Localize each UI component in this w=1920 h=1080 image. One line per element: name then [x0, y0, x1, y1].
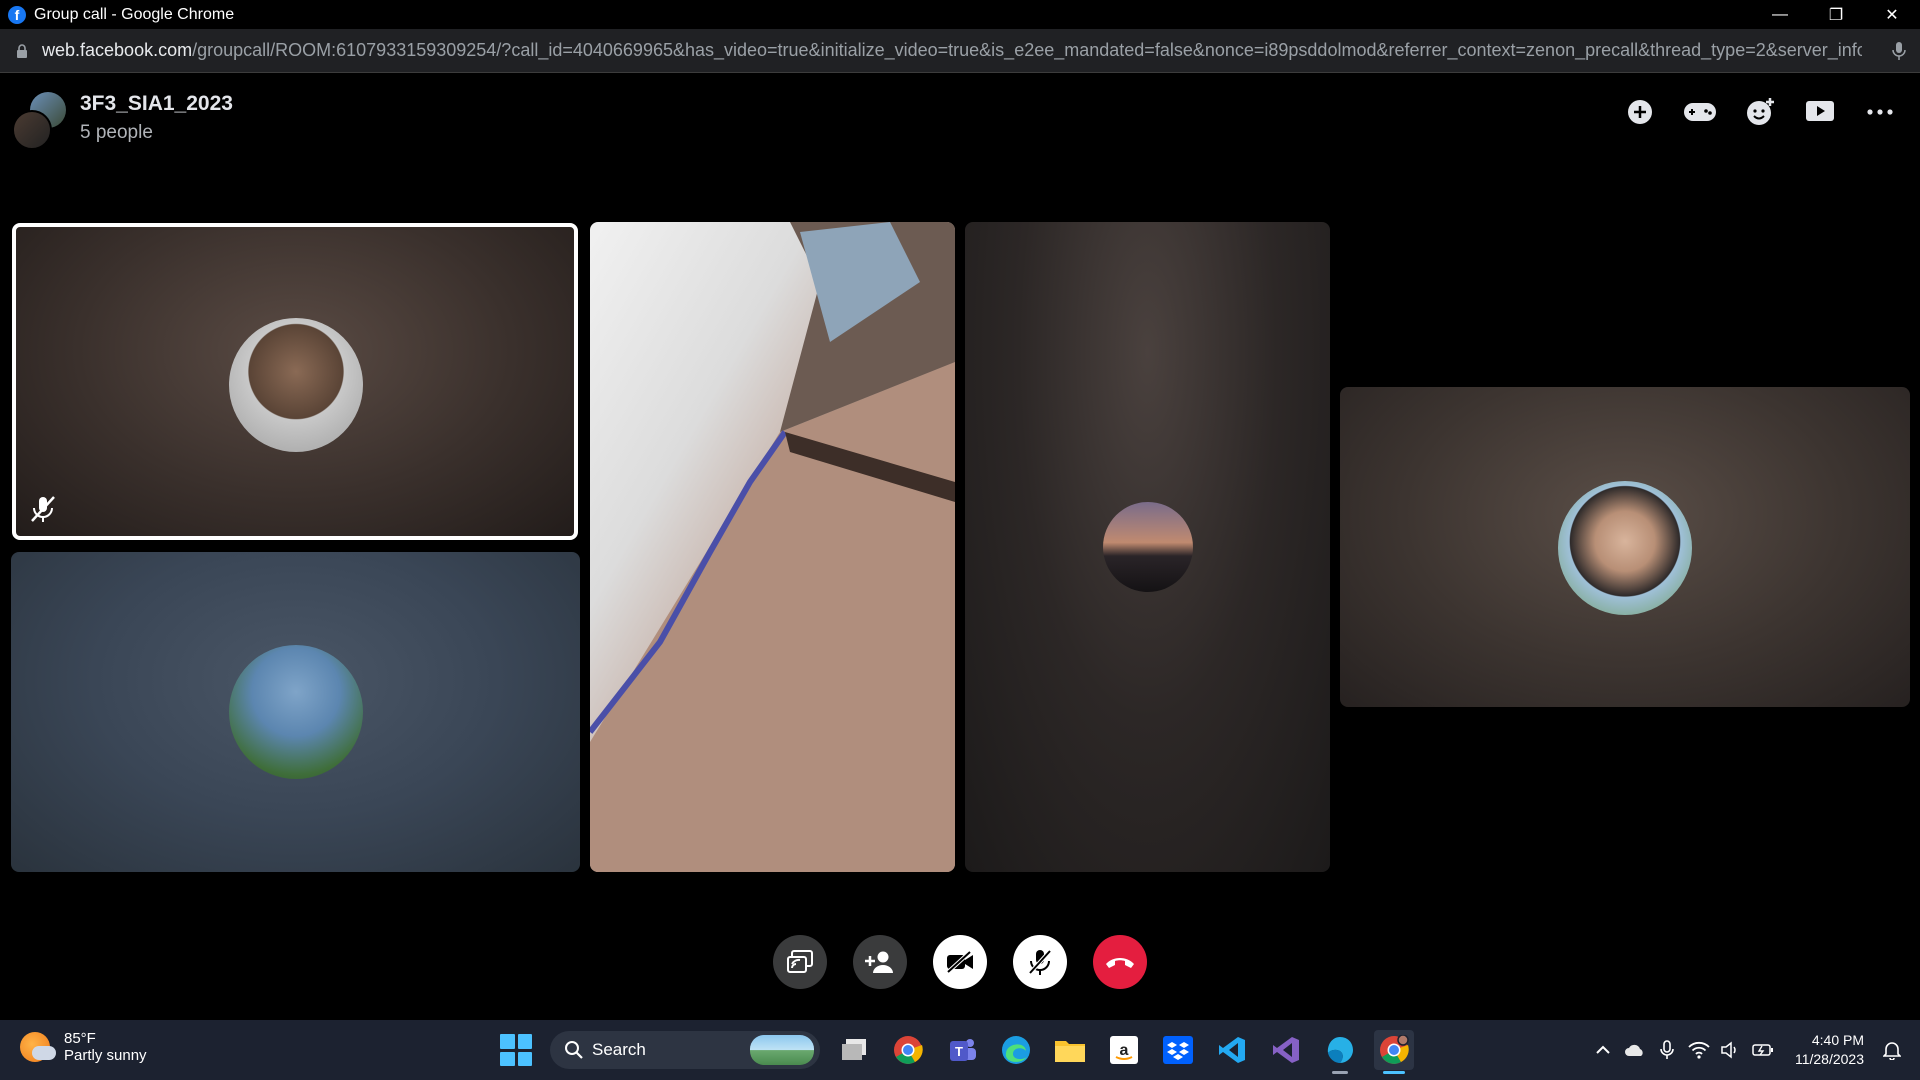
notification-bell-icon[interactable] — [1878, 1040, 1906, 1060]
svg-text:T: T — [955, 1044, 963, 1059]
edge-dev-icon[interactable] — [1320, 1030, 1360, 1074]
facebook-logo-icon: f — [8, 5, 26, 24]
screen-share-icon — [787, 950, 813, 973]
start-button[interactable] — [496, 1030, 536, 1070]
participant-tile-4[interactable] — [965, 222, 1330, 872]
participant-avatar — [229, 318, 363, 452]
participant-tile-2[interactable] — [11, 552, 580, 872]
chrome-icon[interactable] — [888, 1030, 928, 1070]
close-button[interactable]: ✕ — [1864, 0, 1920, 29]
end-call-icon — [1106, 958, 1134, 968]
search-label: Search — [592, 1040, 646, 1059]
participant-avatar — [229, 645, 363, 779]
voice-search-icon[interactable] — [1892, 41, 1906, 61]
dropbox-icon[interactable] — [1158, 1030, 1198, 1070]
amazon-icon[interactable]: a — [1104, 1030, 1144, 1070]
search-icon — [565, 1041, 583, 1059]
share-screen-icon[interactable] — [1800, 92, 1840, 132]
weather-description: Partly sunny — [64, 1047, 147, 1064]
address-bar[interactable]: web.facebook.com/groupcall/ROOM:61079331… — [0, 29, 1920, 73]
add-person-button[interactable] — [853, 935, 907, 989]
group-name: 3F3_SIA1_2023 — [80, 92, 233, 115]
participant-tile-1[interactable] — [12, 223, 578, 540]
weather-temperature: 85°F — [64, 1030, 96, 1047]
teams-icon[interactable]: T — [942, 1030, 982, 1070]
clock-time: 4:40 PM — [1811, 1032, 1864, 1048]
group-avatar — [12, 92, 66, 150]
onedrive-icon[interactable] — [1621, 1043, 1649, 1057]
url-host: web.facebook.com — [42, 40, 193, 60]
call-header: 3F3_SIA1_2023 5 people — [0, 72, 1920, 162]
url-path: /groupcall/ROOM:6107933159309254/?call_i… — [192, 40, 1862, 60]
camera-off-icon — [946, 950, 973, 974]
more-options-icon[interactable] — [1860, 92, 1900, 132]
end-call-button[interactable] — [1093, 935, 1147, 989]
mic-off-icon — [1028, 949, 1052, 975]
screen-share-button[interactable] — [773, 935, 827, 989]
vscode-icon[interactable] — [1212, 1030, 1252, 1070]
clock[interactable]: 4:40 PM 11/28/2023 — [1795, 1031, 1864, 1069]
system-tray: 4:40 PM 11/28/2023 — [1587, 1020, 1920, 1080]
participant-avatar — [1103, 502, 1193, 592]
url-text[interactable]: web.facebook.com/groupcall/ROOM:61079331… — [42, 40, 1862, 61]
file-explorer-icon[interactable] — [1050, 1030, 1090, 1070]
clock-date: 11/28/2023 — [1794, 1051, 1864, 1067]
camera-toggle-button[interactable] — [933, 935, 987, 989]
participant-tile-5[interactable] — [1340, 387, 1910, 707]
volume-icon[interactable] — [1717, 1041, 1745, 1059]
microphone-icon[interactable] — [1653, 1040, 1681, 1060]
mic-toggle-button[interactable] — [1013, 935, 1067, 989]
window-title: Group call - Google Chrome — [34, 5, 235, 23]
svg-text:a: a — [1120, 1042, 1129, 1059]
lock-icon — [17, 43, 27, 58]
task-view-icon[interactable] — [834, 1030, 874, 1070]
window-titlebar: f Group call - Google Chrome — ❐ ✕ — [0, 0, 1920, 29]
participant-avatar — [1558, 481, 1692, 615]
visual-studio-icon[interactable] — [1266, 1030, 1306, 1070]
restore-button[interactable]: ❐ — [1808, 0, 1864, 29]
taskbar-search[interactable]: Search — [550, 1031, 820, 1069]
people-count: 5 people — [80, 122, 153, 143]
muted-icon — [26, 492, 60, 526]
wifi-icon[interactable] — [1685, 1041, 1713, 1059]
video-feed — [590, 222, 955, 872]
add-emoji-icon[interactable] — [1740, 92, 1780, 132]
weather-partly-sunny-icon — [20, 1032, 56, 1062]
call-controls — [0, 935, 1920, 989]
minimize-button[interactable]: — — [1752, 0, 1808, 29]
game-controller-icon[interactable] — [1680, 92, 1720, 132]
chevron-up-icon[interactable] — [1589, 1045, 1617, 1055]
chrome-active-icon[interactable] — [1374, 1030, 1414, 1074]
weather-widget[interactable]: 85°F Partly sunny — [20, 1030, 147, 1064]
search-highlight-image — [750, 1035, 814, 1065]
battery-icon[interactable] — [1749, 1043, 1777, 1057]
add-person-icon — [865, 951, 893, 973]
edge-icon[interactable] — [996, 1030, 1036, 1070]
windows-taskbar: 85°F Partly sunny Search T a 4:40 PM 11/… — [0, 1020, 1920, 1080]
participant-video-tile-3[interactable] — [590, 222, 955, 872]
add-circle-icon[interactable] — [1620, 92, 1660, 132]
